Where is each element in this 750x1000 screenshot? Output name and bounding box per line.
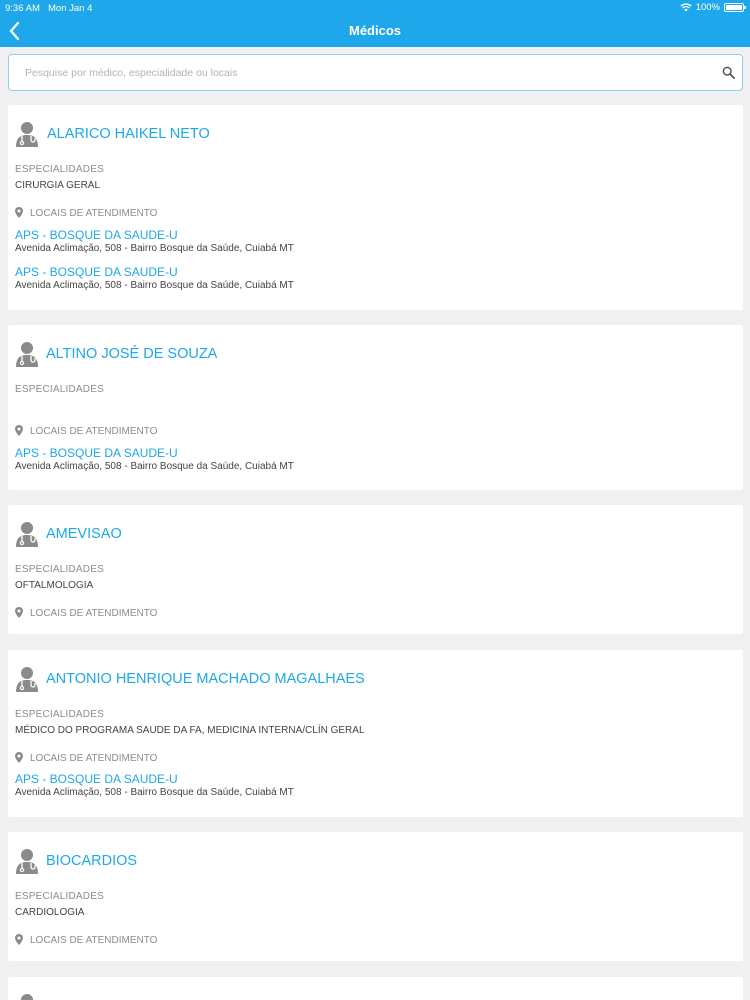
location-pin-icon	[15, 607, 23, 618]
specialty-value: OFTALMOLOGIA	[15, 580, 94, 591]
locations-label: LOCAIS DE ATENDIMENTO	[30, 608, 158, 619]
search-bar	[8, 54, 743, 91]
specialty-value: MÉDICO DO PROGRAMA SAUDE DA FA, MEDICINA…	[15, 725, 365, 736]
page-title: Médicos	[348, 23, 401, 38]
locations-label: LOCAIS DE ATENDIMENTO	[30, 208, 158, 219]
location-pin-icon	[15, 934, 23, 945]
locations-label: LOCAIS DE ATENDIMENTO	[30, 753, 158, 764]
specialty-value: CARDIOLOGIA	[15, 907, 85, 918]
locations-label: LOCAIS DE ATENDIMENTO	[30, 426, 158, 437]
status-bar: 9:36 AM Mon Jan 4 100%	[0, 0, 750, 15]
status-right: 100%	[680, 2, 746, 13]
specialties-label: ESPECIALIDADES	[15, 564, 104, 575]
doctor-card[interactable]: ANTONIO HENRIQUE MACHADO MAGALHAES ESPEC…	[8, 650, 743, 817]
search-icon[interactable]	[722, 66, 735, 79]
location-pin-icon	[15, 752, 23, 763]
specialty-value: CIRURGIA GERAL	[15, 180, 101, 191]
top-bar: 9:36 AM Mon Jan 4 100% Médicos	[0, 0, 750, 47]
location-pin-icon	[15, 425, 23, 436]
doctor-card[interactable]	[8, 977, 743, 1000]
search-input[interactable]	[25, 55, 715, 90]
specialties-label: ESPECIALIDADES	[15, 709, 104, 720]
doctor-name: AMEVISAO	[46, 526, 122, 542]
doctor-avatar-icon	[16, 849, 38, 874]
location-name[interactable]: APS - BOSQUE DA SAUDE-U	[15, 228, 178, 242]
location-address: Avenida Aclimação, 508 - Bairro Bosque d…	[15, 243, 294, 254]
doctor-card[interactable]: BIOCARDIOS ESPECIALIDADES CARDIOLOGIA LO…	[8, 832, 743, 961]
location-address: Avenida Aclimação, 508 - Bairro Bosque d…	[15, 787, 294, 798]
doctor-name: BIOCARDIOS	[46, 853, 138, 869]
specialties-label: ESPECIALIDADES	[15, 891, 104, 902]
doctor-name: ALARICO HAIKEL NETO	[47, 126, 210, 142]
doctor-card[interactable]: AMEVISAO ESPECIALIDADES OFTALMOLOGIA LOC…	[8, 505, 743, 634]
location-address: Avenida Aclimação, 508 - Bairro Bosque d…	[15, 461, 294, 472]
nav-bar: Médicos	[0, 15, 750, 47]
locations-label: LOCAIS DE ATENDIMENTO	[30, 935, 158, 946]
specialties-label: ESPECIALIDADES	[15, 164, 104, 175]
doctor-name: ALTINO JOSÉ DE SOUZA	[46, 346, 218, 362]
status-time: 9:36 AM	[5, 3, 40, 14]
location-name[interactable]: APS - BOSQUE DA SAUDE-U	[15, 265, 178, 279]
battery-percent: 100%	[695, 2, 720, 13]
status-date: Mon Jan 4	[48, 3, 93, 14]
doctor-name: ANTONIO HENRIQUE MACHADO MAGALHAES	[46, 671, 365, 687]
doctor-avatar-icon	[21, 994, 33, 1000]
specialties-label: ESPECIALIDADES	[15, 384, 104, 395]
battery-icon	[724, 3, 746, 12]
doctor-card[interactable]: ALARICO HAIKEL NETO ESPECIALIDADES CIRUR…	[8, 105, 743, 310]
doctor-card[interactable]: ALTINO JOSÉ DE SOUZA ESPECIALIDADES LOCA…	[8, 325, 743, 490]
doctor-avatar-icon	[16, 522, 38, 547]
wifi-icon	[680, 3, 692, 12]
doctor-avatar-icon	[16, 667, 38, 692]
location-address: Avenida Aclimação, 508 - Bairro Bosque d…	[15, 280, 294, 291]
doctor-avatar-icon	[16, 122, 38, 147]
location-pin-icon	[15, 207, 23, 218]
location-name[interactable]: APS - BOSQUE DA SAUDE-U	[15, 772, 178, 786]
location-name[interactable]: APS - BOSQUE DA SAUDE-U	[15, 446, 178, 460]
doctor-avatar-icon	[16, 342, 38, 367]
